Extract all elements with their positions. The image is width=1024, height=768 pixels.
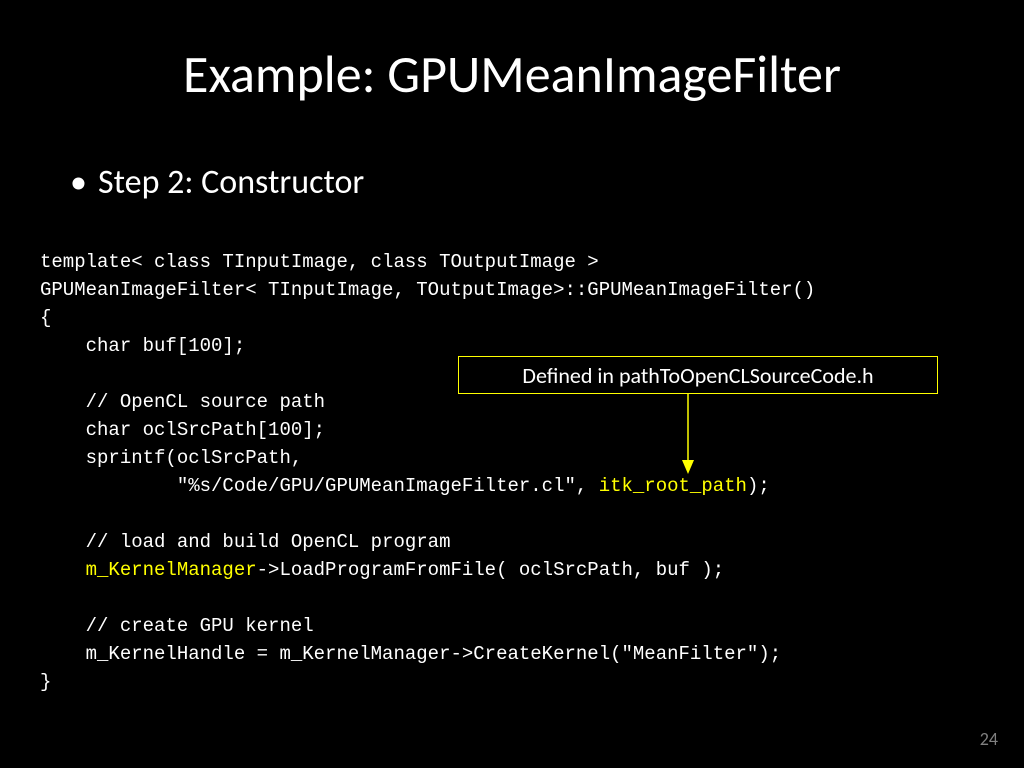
code-line: // OpenCL source path — [40, 391, 325, 413]
code-line: ); — [747, 475, 770, 497]
callout-text: Defined in pathToOpenCLSourceCode.h — [522, 362, 873, 389]
code-line: m_KernelHandle = m_KernelManager->Create… — [40, 643, 781, 665]
code-line: // create GPU kernel — [40, 615, 314, 637]
code-line: sprintf(oclSrcPath, — [40, 447, 302, 469]
code-highlight-kernelmanager: m_KernelManager — [86, 559, 257, 581]
code-line: char buf[100]; — [40, 335, 245, 357]
slide-title: Example: GPUMeanImageFilter — [0, 42, 1024, 106]
code-line: ->LoadProgramFromFile( oclSrcPath, buf )… — [257, 559, 724, 581]
code-line: "%s/Code/GPU/GPUMeanImageFilter.cl", — [40, 475, 599, 497]
code-line: template< class TInputImage, class TOutp… — [40, 251, 599, 273]
code-line: char oclSrcPath[100]; — [40, 419, 325, 441]
code-highlight-itkrootpath: itk_root_path — [599, 475, 747, 497]
code-line: { — [40, 307, 51, 329]
slide: Example: GPUMeanImageFilter Step 2: Cons… — [0, 0, 1024, 768]
bullet-step: Step 2: Constructor — [98, 162, 364, 203]
code-line: GPUMeanImageFilter< TInputImage, TOutput… — [40, 279, 815, 301]
code-line — [40, 559, 86, 581]
code-line: } — [40, 671, 51, 693]
callout-box: Defined in pathToOpenCLSourceCode.h — [458, 356, 938, 394]
code-block: template< class TInputImage, class TOutp… — [40, 248, 815, 696]
code-line: // load and build OpenCL program — [40, 531, 450, 553]
page-number: 24 — [980, 728, 998, 750]
